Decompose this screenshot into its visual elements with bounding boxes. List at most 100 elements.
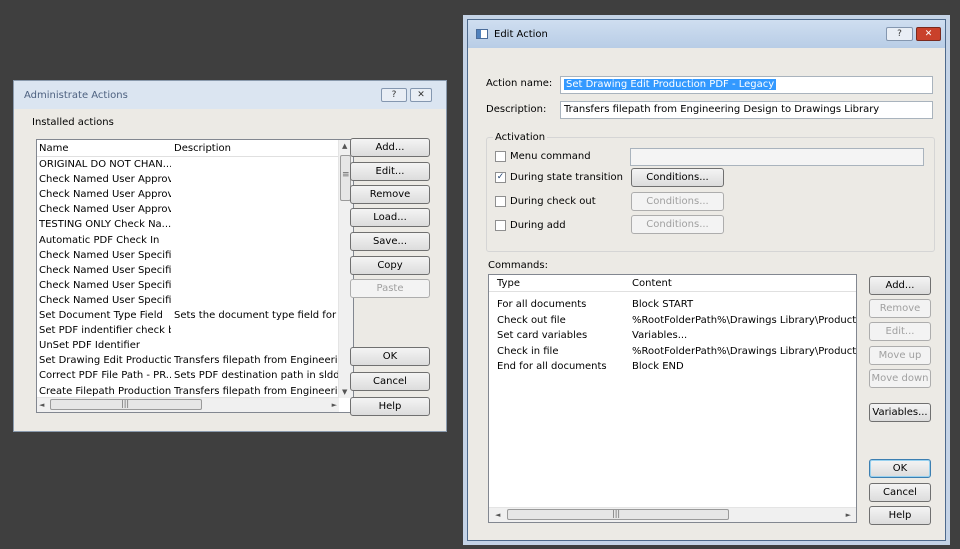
action-name-field[interactable]: Set Drawing Edit Production PDF - Legacy bbox=[560, 76, 933, 94]
scroll-left-icon[interactable]: ◄ bbox=[495, 511, 500, 519]
action-description-cell: Sets PDF destination path in slddrw bbox=[174, 370, 339, 382]
table-row[interactable]: Check Named User Specifi... bbox=[37, 249, 339, 264]
move-up-button[interactable]: Move up bbox=[869, 346, 931, 365]
action-name-cell: TESTING ONLY Check Na... bbox=[39, 219, 171, 231]
action-name-cell: Check Named User Specifi... bbox=[39, 294, 171, 306]
close-title-button[interactable]: ✕ bbox=[410, 88, 432, 102]
cancel-button[interactable]: Cancel bbox=[869, 483, 931, 502]
commands-list[interactable]: Type Content For all documents Block STAR… bbox=[488, 274, 857, 523]
table-row[interactable]: Check out file %RootFolderPath%\Drawings … bbox=[489, 314, 856, 329]
scroll-thumb-horizontal[interactable]: ||| bbox=[50, 399, 202, 410]
remove-command-button[interactable]: Remove bbox=[869, 299, 931, 318]
table-row[interactable]: Correct PDF File Path - PR... Sets PDF de… bbox=[37, 369, 339, 384]
help-button[interactable]: Help bbox=[869, 506, 931, 525]
table-row[interactable]: Check Named User Specifi... bbox=[37, 264, 339, 279]
conditions-button-state-transition[interactable]: Conditions... bbox=[631, 168, 724, 187]
table-row[interactable]: Set Document Type Field Sets the document… bbox=[37, 309, 339, 324]
window-icon-pane bbox=[477, 30, 481, 38]
ok-button[interactable]: OK bbox=[869, 459, 931, 478]
conditions-button-add[interactable]: Conditions... bbox=[631, 215, 724, 234]
table-row[interactable]: End for all documents Block END bbox=[489, 360, 856, 375]
table-row[interactable]: Check Named User Specifi... bbox=[37, 279, 339, 294]
table-row[interactable]: Check Named User Approv... bbox=[37, 173, 339, 188]
action-description-cell: Transfers filepath from Engineering bbox=[174, 355, 339, 367]
table-row[interactable]: TESTING ONLY Check Na... bbox=[37, 218, 339, 233]
command-type-cell: End for all documents bbox=[497, 361, 607, 372]
save-button[interactable]: Save... bbox=[350, 232, 430, 251]
action-name-cell: Check Named User Specifi... bbox=[39, 279, 171, 291]
command-type-cell: Check out file bbox=[497, 314, 566, 326]
remove-button[interactable]: Remove bbox=[350, 185, 430, 204]
add-command-button[interactable]: Add... bbox=[869, 276, 931, 295]
cancel-button[interactable]: Cancel bbox=[350, 372, 430, 391]
action-name-cell: ORIGINAL DO NOT CHAN... bbox=[39, 159, 171, 170]
add-button[interactable]: Add... bbox=[350, 138, 430, 157]
table-row[interactable]: Set PDF indentifier check box bbox=[37, 324, 339, 339]
help-title-button[interactable]: ? bbox=[381, 88, 407, 102]
close-title-button[interactable]: ✕ bbox=[916, 27, 941, 41]
command-type-cell: Set card variables bbox=[497, 330, 588, 341]
command-content-cell: Block START bbox=[632, 299, 694, 310]
list-header: Type Content bbox=[489, 275, 856, 292]
title-bar: Edit Action ? ✕ bbox=[468, 20, 945, 48]
grip-icon: ||| bbox=[612, 509, 621, 518]
edit-action-dialog: Edit Action ? ✕ Action name: Set Drawing… bbox=[467, 19, 946, 541]
copy-button[interactable]: Copy bbox=[350, 256, 430, 275]
scroll-left-icon[interactable]: ◄ bbox=[39, 401, 44, 409]
command-content-cell: %RootFolderPath%\Drawings Library\Produc… bbox=[632, 314, 856, 326]
table-row[interactable]: Check Named User Specifi... bbox=[37, 294, 339, 309]
check-out-checkbox[interactable] bbox=[495, 196, 506, 207]
table-row[interactable]: Check in file %RootFolderPath%\Drawings L… bbox=[489, 345, 856, 360]
table-row[interactable]: Set card variables Variables... bbox=[489, 329, 856, 344]
action-description-cell: Transfers filepath from Engineering bbox=[174, 385, 339, 397]
table-row[interactable]: Check Named User Approv... bbox=[37, 203, 339, 218]
scroll-right-icon[interactable]: ► bbox=[332, 401, 337, 409]
ok-button[interactable]: OK bbox=[350, 347, 430, 366]
edit-command-button[interactable]: Edit... bbox=[869, 322, 931, 341]
during-add-checkbox[interactable] bbox=[495, 220, 506, 231]
commands-label: Commands: bbox=[488, 260, 548, 271]
action-name-cell: Check Named User Specifi... bbox=[39, 264, 171, 276]
horizontal-scrollbar[interactable]: ◄ ||| ► bbox=[37, 397, 339, 412]
edit-button[interactable]: Edit... bbox=[350, 162, 430, 181]
state-transition-checkbox[interactable]: ✓ bbox=[495, 172, 506, 183]
load-button[interactable]: Load... bbox=[350, 208, 430, 227]
grip-icon: ||| bbox=[121, 399, 130, 408]
installed-actions-list[interactable]: Name Description ORIGINAL DO NOT CHAN...… bbox=[36, 139, 354, 413]
action-name-cell: Check Named User Approv... bbox=[39, 174, 171, 186]
table-row[interactable]: ORIGINAL DO NOT CHAN... bbox=[37, 158, 339, 173]
help-title-button[interactable]: ? bbox=[886, 27, 913, 41]
scroll-up-icon[interactable]: ▲ bbox=[342, 142, 347, 150]
administrate-actions-dialog: Administrate Actions ? ✕ Installed actio… bbox=[13, 80, 447, 432]
command-content-cell: Block END bbox=[632, 361, 684, 372]
menu-command-field[interactable] bbox=[630, 148, 924, 166]
column-header-content[interactable]: Content bbox=[632, 278, 672, 289]
column-header-description[interactable]: Description bbox=[174, 143, 231, 154]
menu-command-checkbox[interactable] bbox=[495, 151, 506, 162]
table-row[interactable]: Automatic PDF Check In bbox=[37, 234, 339, 249]
table-row[interactable]: Check Named User Approv... bbox=[37, 188, 339, 203]
help-button[interactable]: Help bbox=[350, 397, 430, 416]
action-name-cell: UnSet PDF Identifier bbox=[39, 340, 140, 352]
move-down-button[interactable]: Move down bbox=[869, 369, 931, 388]
scroll-thumb-horizontal[interactable]: ||| bbox=[507, 509, 729, 520]
horizontal-scrollbar[interactable]: ◄ ||| ► bbox=[489, 507, 856, 522]
action-name-cell: Create Filepath Production... bbox=[39, 385, 171, 397]
scroll-right-icon[interactable]: ► bbox=[846, 511, 851, 519]
action-name-cell: Check Named User Specifi... bbox=[39, 249, 171, 261]
command-type-cell: For all documents bbox=[497, 299, 587, 310]
menu-command-label: Menu command bbox=[510, 151, 591, 162]
variables-button[interactable]: Variables... bbox=[869, 403, 931, 422]
conditions-button-check-out[interactable]: Conditions... bbox=[631, 192, 724, 211]
table-row[interactable]: Set Drawing Edit Production...Transfers … bbox=[37, 354, 339, 369]
description-field[interactable]: Transfers filepath from Engineering Desi… bbox=[560, 101, 933, 119]
column-header-type[interactable]: Type bbox=[497, 278, 520, 289]
column-header-name[interactable]: Name bbox=[39, 143, 69, 154]
scroll-down-icon[interactable]: ▼ bbox=[342, 388, 347, 396]
action-name-value: Set Drawing Edit Production PDF - Legacy bbox=[564, 79, 777, 90]
check-out-label: During check out bbox=[510, 196, 596, 207]
during-add-label: During add bbox=[510, 220, 566, 231]
table-row[interactable]: For all documents Block START bbox=[489, 298, 856, 313]
table-row[interactable]: UnSet PDF Identifier bbox=[37, 339, 339, 354]
paste-button[interactable]: Paste bbox=[350, 279, 430, 298]
